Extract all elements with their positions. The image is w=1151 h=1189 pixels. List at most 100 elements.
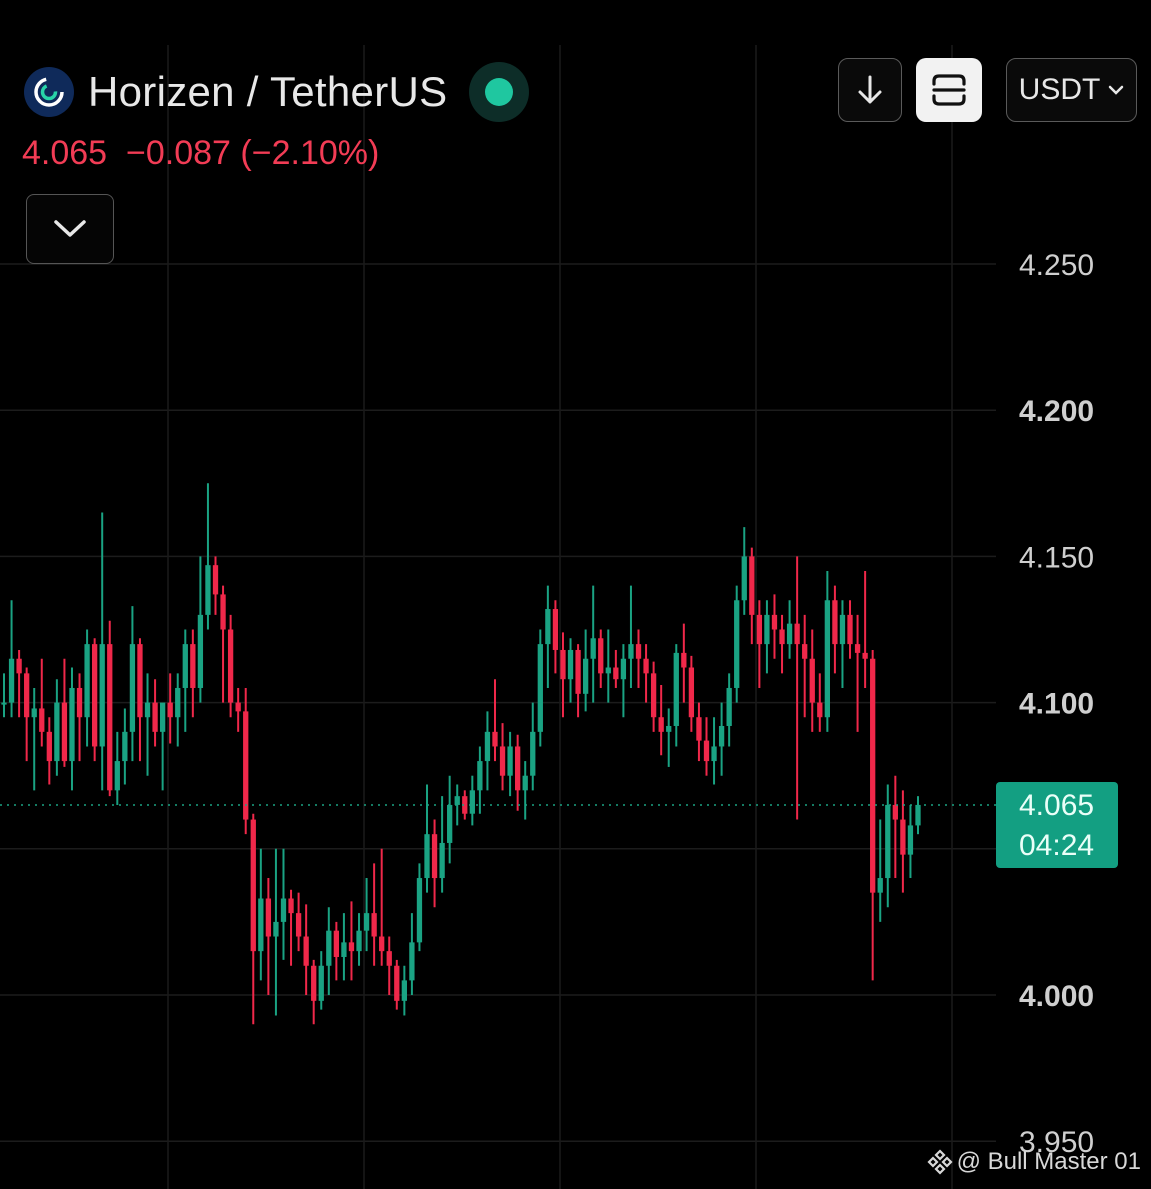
candle (590, 585, 596, 703)
candle (734, 585, 740, 703)
candle-body (243, 711, 249, 820)
candle (212, 556, 219, 615)
candle (771, 594, 778, 659)
candle (84, 629, 90, 747)
candle-body (598, 638, 604, 674)
candle-body (613, 667, 619, 680)
fullscreen-button[interactable] (916, 58, 982, 122)
candle (122, 708, 128, 785)
candle (492, 679, 498, 762)
candle (129, 606, 136, 762)
candle-body (250, 819, 256, 952)
candle-body (311, 965, 317, 1001)
candle-body (492, 731, 498, 747)
candle (431, 819, 438, 908)
candle-body (703, 740, 710, 762)
chevron-down-icon (54, 220, 86, 237)
candle (681, 623, 687, 703)
candle-body (711, 746, 717, 762)
candle (915, 796, 921, 835)
candle (613, 649, 619, 688)
candle (401, 965, 407, 1016)
candle (1, 673, 7, 718)
candle (718, 702, 725, 776)
last-price: 4.065 (22, 134, 108, 172)
candle-body (371, 913, 377, 937)
candle (809, 629, 815, 732)
candle-body (537, 644, 543, 732)
candle-body (499, 746, 506, 776)
y-tick-label: 4.150 (1019, 541, 1094, 574)
candle (197, 556, 204, 703)
y-tick-label: 4.100 (1019, 688, 1094, 721)
candle-body (258, 898, 264, 952)
candle-body (288, 898, 294, 914)
candle (333, 921, 340, 981)
candle-body (39, 708, 45, 732)
candle (424, 784, 430, 893)
candle-body (424, 834, 430, 879)
candle-body (530, 731, 536, 776)
candle-body (673, 652, 679, 726)
candle (61, 658, 68, 767)
horizen-logo-icon (24, 67, 74, 117)
candle (515, 734, 521, 811)
candle (741, 527, 747, 615)
y-tick-label: 4.250 (1019, 249, 1094, 282)
candle-body (802, 644, 808, 659)
candle (295, 892, 302, 952)
candle-body (741, 556, 747, 601)
candle (16, 649, 22, 718)
frame-icon (932, 74, 966, 106)
candle (499, 723, 506, 791)
candle (711, 717, 717, 785)
candle-body (386, 951, 392, 966)
candle-body (197, 614, 204, 688)
candle-body (447, 804, 453, 843)
candle-body (907, 825, 914, 855)
candle (235, 687, 241, 732)
candle (598, 629, 604, 688)
candle (303, 904, 309, 995)
candle (416, 863, 423, 952)
candle-body (416, 878, 423, 943)
candle (175, 673, 181, 747)
candle (409, 913, 415, 995)
candle-body (756, 614, 763, 645)
candle (847, 600, 853, 659)
candle-body (567, 649, 574, 680)
watermark: @ Bull Master 01 (927, 1148, 1141, 1176)
candle-body (915, 804, 921, 826)
download-button[interactable] (838, 58, 902, 122)
candle-body (1, 702, 7, 705)
symbol-pair[interactable]: Horizen / TetherUS (88, 68, 447, 116)
candle-body (190, 644, 196, 688)
candle-body (69, 687, 75, 762)
candle-body (666, 725, 672, 732)
candle-body (61, 702, 68, 762)
candle-body (734, 600, 740, 688)
candle (628, 585, 634, 688)
candle-body (31, 708, 37, 718)
price-axis[interactable]: 4.2504.2004.1504.1004.0003.950 (1019, 249, 1094, 1159)
candle (703, 717, 710, 776)
quote-currency-label: USDT (1018, 73, 1101, 106)
collapse-details-button[interactable] (26, 194, 114, 264)
candle-body (885, 804, 891, 879)
candlestick-chart[interactable]: 4.2504.2004.1504.1004.0003.950 (0, 0, 1151, 1189)
quote-currency-select[interactable]: USDT (1006, 58, 1137, 122)
candle-body (159, 702, 166, 732)
candle-body (786, 623, 793, 645)
chart-grid (0, 45, 996, 1189)
candle (560, 632, 566, 718)
candle (152, 679, 158, 747)
candle (673, 644, 679, 747)
candle (726, 673, 732, 747)
candle-body (84, 644, 90, 718)
candles-layer (1, 483, 921, 1025)
candle-body (454, 796, 460, 805)
candle-body (212, 565, 219, 595)
candle-body (227, 629, 234, 703)
candle-body (280, 898, 287, 922)
candle-body (749, 556, 755, 615)
